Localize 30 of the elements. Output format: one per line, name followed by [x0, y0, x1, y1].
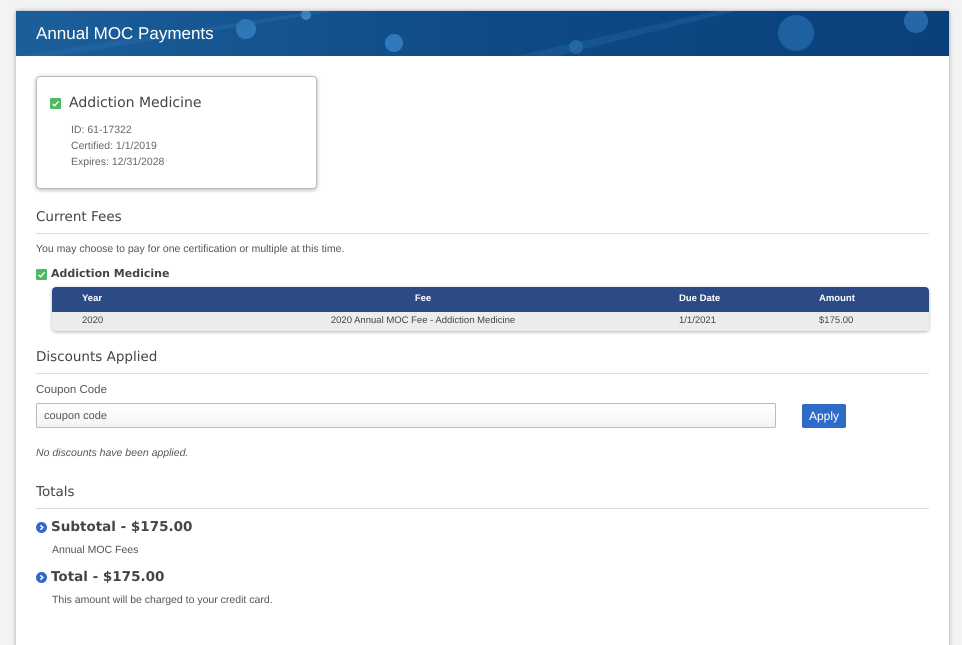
intro-text: You may choose to pay for one certification or multiple at this time. — [36, 242, 346, 258]
apply-button[interactable]: Apply — [802, 404, 846, 428]
section-heading: Discounts Applied — [36, 346, 929, 374]
total-description: This amount will be charged to your credit card. — [51, 593, 274, 608]
column-header: Year — [81, 292, 104, 306]
detail-text: ID: 61-17322 — [71, 123, 133, 138]
checkbox[interactable] — [50, 98, 61, 109]
column-header: Fee — [414, 292, 432, 306]
section-heading: Current Fees — [36, 207, 929, 234]
total-title: Subtotal - $175.00 — [51, 518, 192, 537]
column-header: Due Date — [679, 292, 722, 306]
total-description: Annual MOC Fees — [51, 543, 140, 558]
table-cell-text: 2020 — [81, 314, 104, 328]
chevron-circle-icon — [36, 522, 47, 533]
table-cell-text: 1/1/2021 — [679, 314, 717, 328]
table-cell-text: 2020 Annual MOC Fee - Addiction Medicine — [330, 314, 516, 328]
section-heading: Totals — [36, 482, 929, 509]
certification-label: Addiction Medicine — [51, 266, 170, 282]
certification-name: Addiction Medicine — [69, 94, 202, 113]
chevron-circle-icon — [36, 572, 47, 583]
table-cell-text: $175.00 — [819, 314, 854, 328]
page-title: Annual MOC Payments — [35, 23, 214, 45]
note-text: No discounts have been applied. — [36, 446, 188, 461]
total-title: Total - $175.00 — [51, 568, 164, 587]
field-label: Coupon Code — [36, 382, 108, 398]
checkbox[interactable] — [36, 268, 47, 280]
detail-text: Expires: 12/31/2028 — [71, 155, 166, 170]
coupon-field[interactable]: coupon code — [36, 403, 776, 428]
detail-text: Certified: 1/1/2019 — [71, 139, 158, 154]
column-header: Amount — [819, 292, 856, 306]
